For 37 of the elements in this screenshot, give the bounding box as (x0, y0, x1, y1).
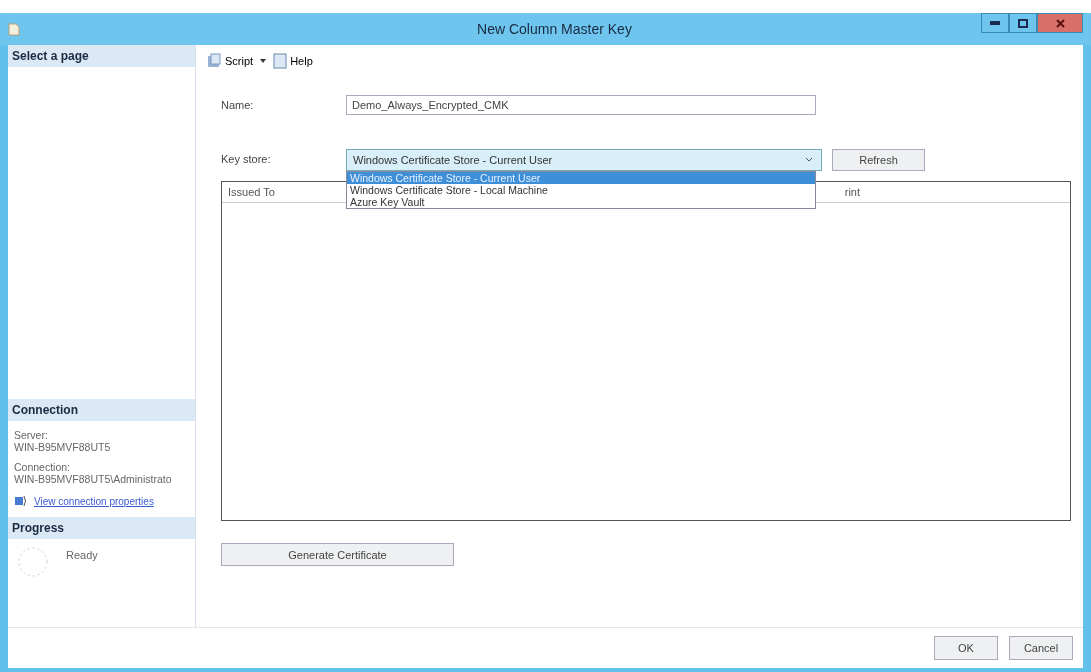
progress-status: Ready (66, 549, 98, 561)
script-icon (206, 53, 222, 69)
dropdown-option[interactable]: Azure Key Vault (347, 196, 815, 208)
dropdown-option[interactable]: Windows Certificate Store - Local Machine (347, 184, 815, 196)
section-header: Select a page (8, 45, 195, 67)
key-store-label: Key store: (221, 153, 272, 165)
dropdown-caret-icon[interactable] (259, 58, 268, 64)
help-button[interactable]: Help (273, 53, 313, 69)
column-header[interactable]: Issued To (222, 186, 275, 198)
refresh-button[interactable]: Refresh (832, 149, 925, 171)
maximize-icon (1018, 18, 1028, 28)
server-label: Server: (14, 429, 49, 441)
view-connection-link[interactable]: View connection properties (34, 495, 154, 507)
window-title: New Column Master Key (476, 21, 633, 37)
window-icon (8, 22, 20, 36)
progress-spinner-icon (16, 545, 50, 579)
server-value: WIN-B95MVF88UT5 (14, 441, 112, 453)
key-store-dropdown[interactable]: Windows Certificate Store - Current User (346, 149, 822, 171)
name-label: Name: (221, 99, 255, 111)
close-button[interactable] (1037, 13, 1083, 33)
cancel-button[interactable]: Cancel (1009, 636, 1073, 660)
column-header[interactable]: rint (844, 186, 860, 198)
minimize-button[interactable] (981, 13, 1009, 33)
ok-button[interactable]: OK (934, 636, 998, 660)
close-icon (1055, 18, 1065, 28)
connection-label: Connection: (14, 461, 72, 473)
section-header: Connection (8, 399, 195, 421)
section-header: Progress (8, 517, 195, 539)
connection-icon (14, 495, 28, 507)
help-icon (273, 53, 288, 69)
caret-icon (805, 157, 813, 163)
generate-certificate-button[interactable]: Generate Certificate (221, 543, 454, 566)
connection-value: WIN-B95MVF88UT5\Administrato (14, 473, 173, 485)
minimize-icon (990, 21, 1000, 25)
name-field[interactable]: Demo_Always_Encrypted_CMK (346, 95, 816, 115)
script-button[interactable]: Script (206, 53, 254, 69)
maximize-button[interactable] (1009, 13, 1037, 33)
